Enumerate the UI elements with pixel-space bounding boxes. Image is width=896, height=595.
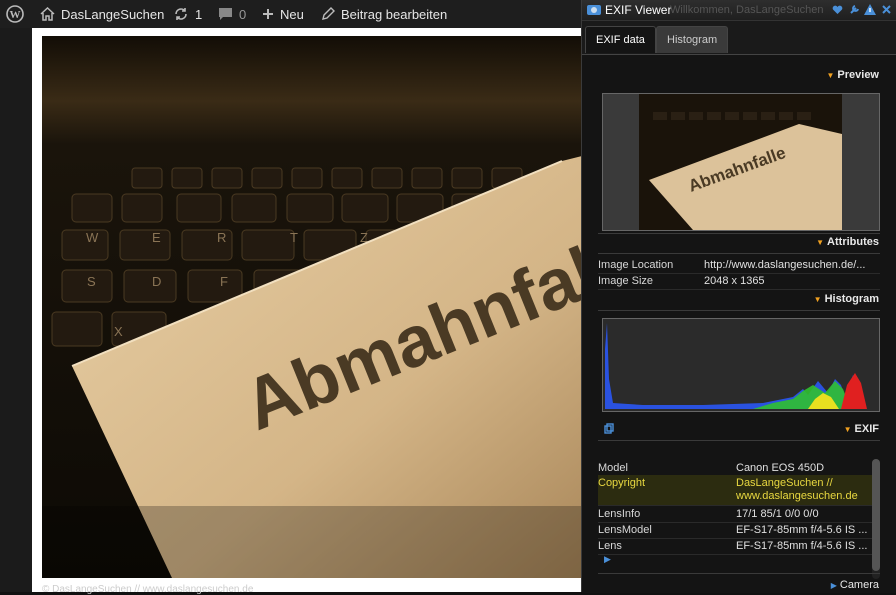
heart-icon[interactable] (832, 5, 843, 15)
expand-more-icon[interactable]: ▶ (604, 554, 611, 565)
plus-icon (263, 9, 273, 19)
copy-icon[interactable] (604, 423, 614, 434)
attribute-row-size: Image Size 2048 x 1365 (598, 273, 880, 290)
background-greeting: Willkommen, DasLangeSuchen (670, 4, 824, 16)
camera-heading: Camera (839, 579, 879, 591)
attributes-heading: Attributes (827, 236, 879, 248)
camera-section-toggle[interactable]: ▶ Camera (831, 579, 879, 591)
wordpress-logo-icon[interactable]: W (6, 0, 24, 28)
svg-text:W: W (10, 9, 21, 21)
svg-text:W: W (86, 230, 99, 245)
tab-histogram[interactable]: Histogram (656, 26, 729, 53)
svg-text:T: T (290, 230, 298, 245)
divider (598, 440, 880, 441)
edit-post-link[interactable]: Beitrag bearbeiten (321, 0, 447, 28)
new-content-link[interactable]: Neu (262, 0, 304, 28)
exif-key: Copyright (598, 477, 646, 489)
histogram-heading: Histogram (824, 293, 879, 305)
triangle-down-icon: ▼ (813, 295, 822, 304)
exif-value: EF-S17-85mm f/4-5.6 IS ... (736, 540, 868, 552)
triangle-down-icon: ▼ (843, 425, 852, 434)
comments-count: 0 (239, 6, 247, 22)
photo-caption: © DasLangeSuchen // www.daslangesuchen.d… (42, 584, 254, 595)
exif-section-toggle[interactable]: ▼ EXIF (844, 423, 879, 435)
svg-text:E: E (152, 230, 161, 245)
divider (598, 310, 880, 311)
exif-key: LensInfo (598, 508, 641, 520)
updates-count: 1 (195, 6, 203, 22)
warning-icon[interactable] (864, 4, 876, 15)
exif-tabs: EXIF data Histogram (582, 22, 896, 54)
wrench-icon[interactable] (849, 4, 860, 15)
exif-value: DasLangeSuchen // (736, 477, 833, 489)
attribute-value[interactable]: http://www.daslangesuchen.de/... (704, 259, 880, 271)
svg-text:F: F (220, 274, 228, 289)
edit-label: Beitrag bearbeiten (341, 6, 448, 22)
exif-row-lens: Lens EF-S17-85mm f/4-5.6 IS ... (598, 538, 880, 555)
divider (598, 573, 880, 574)
exif-value: 17/1 85/1 0/0 0/0 (736, 508, 819, 520)
preview-section-toggle[interactable]: ▼ Preview (826, 69, 879, 81)
attributes-section-toggle[interactable]: ▼ Attributes (816, 236, 879, 248)
exif-content: ▼ Preview Abmahnfalle ▼ Attributes Image L… (582, 54, 896, 593)
attribute-key: Image Size (598, 275, 654, 287)
svg-text:S: S (87, 274, 96, 289)
divider (598, 233, 880, 234)
preview-thumbnail[interactable]: Abmahnfalle (602, 93, 880, 231)
camera-icon (587, 5, 601, 15)
svg-text:X: X (114, 324, 123, 339)
triangle-down-icon: ▼ (826, 71, 835, 80)
exif-heading: EXIF (854, 423, 879, 435)
svg-text:R: R (217, 230, 226, 245)
exif-key: Model (598, 462, 628, 474)
refresh-icon (175, 8, 187, 20)
exif-value-line2: www.daslangesuchen.de (736, 490, 858, 502)
home-icon (40, 7, 55, 21)
exif-key: Lens (598, 540, 622, 552)
close-icon[interactable] (882, 5, 891, 14)
exif-row-lensmodel: LensModel EF-S17-85mm f/4-5.6 IS ... (598, 522, 880, 539)
comment-icon (219, 8, 232, 20)
divider (598, 253, 880, 254)
post-photo[interactable]: WER TZ SDF X Abmahnfalle (42, 36, 582, 578)
preview-heading: Preview (837, 69, 879, 81)
exif-key: LensModel (598, 524, 652, 536)
new-label: Neu (280, 6, 304, 22)
attribute-row-location: Image Location http://www.daslangesuchen… (598, 257, 880, 274)
site-name-link[interactable]: DasLangeSuchen (40, 0, 164, 28)
exif-title: EXIF Viewer (605, 3, 672, 17)
updates-link[interactable]: 1 (173, 0, 202, 28)
exif-titlebar: EXIF Viewer Willkommen, DasLangeSuchen (582, 0, 896, 21)
exif-row-lensinfo: LensInfo 17/1 85/1 0/0 0/0 (598, 506, 880, 523)
exif-viewer-panel: EXIF Viewer Willkommen, DasLangeSuchen E… (581, 0, 896, 593)
triangle-down-icon: ▼ (816, 238, 825, 247)
comments-link[interactable]: 0 (218, 0, 246, 28)
scrollbar-thumb[interactable] (872, 459, 880, 571)
exif-value: Canon EOS 450D (736, 462, 825, 474)
attribute-key: Image Location (598, 259, 674, 271)
triangle-right-icon: ▶ (830, 581, 837, 590)
site-name: DasLangeSuchen (61, 6, 165, 22)
svg-text:D: D (152, 274, 161, 289)
histogram-section-toggle[interactable]: ▼ Histogram (814, 293, 879, 305)
tab-exif-data[interactable]: EXIF data (585, 26, 656, 53)
attribute-value: 2048 x 1365 (704, 275, 765, 287)
exif-scrollbar[interactable] (872, 459, 880, 579)
histogram-graph (602, 318, 880, 412)
exif-row-copyright: Copyright DasLangeSuchen // www.daslange… (598, 475, 880, 506)
pencil-icon (322, 7, 335, 20)
exif-value: EF-S17-85mm f/4-5.6 IS ... (736, 524, 868, 536)
